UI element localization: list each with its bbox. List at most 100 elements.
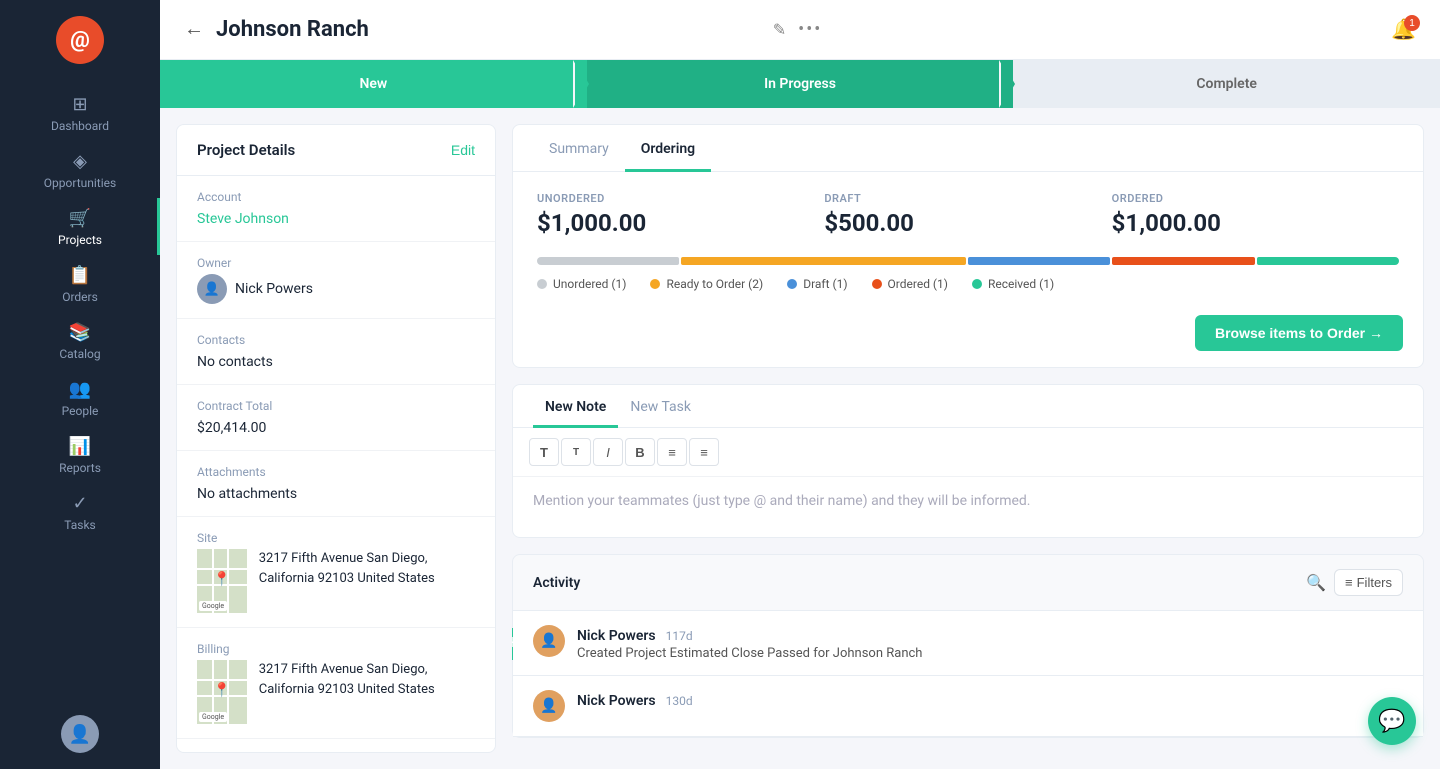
legend-dot-ready bbox=[650, 279, 660, 289]
billing-map-thumbnail[interactable]: 📍 Google bbox=[197, 660, 247, 724]
note-placeholder-text: Mention your teammates (just type @ and … bbox=[533, 493, 1031, 509]
chat-button[interactable]: 💬 bbox=[1368, 697, 1416, 745]
tab-new-note[interactable]: New Note bbox=[533, 385, 618, 428]
toolbar-small-text-btn[interactable]: T bbox=[561, 438, 591, 466]
toolbar-heading-btn[interactable]: T bbox=[529, 438, 559, 466]
ordering-tabs: Summary Ordering bbox=[513, 125, 1423, 172]
sidebar-item-label: People bbox=[62, 404, 99, 418]
owner-avatar: 👤 bbox=[197, 274, 227, 304]
progress-bar: New In Progress Complete bbox=[160, 60, 1440, 108]
contract-total-value: $20,414.00 bbox=[197, 420, 266, 436]
progress-step-label: In Progress bbox=[764, 76, 836, 92]
sidebar-item-dashboard[interactable]: ⊞ Dashboard bbox=[0, 84, 160, 141]
activity-avatar: 👤 bbox=[533, 625, 565, 657]
user-avatar[interactable]: 👤 bbox=[61, 715, 99, 753]
legend-ready: Ready to Order (2) bbox=[650, 277, 763, 291]
avatar-icon: 👤 bbox=[69, 724, 91, 745]
attachments-value: No attachments bbox=[197, 486, 297, 502]
content-area: Project Details Edit Account Steve Johns… bbox=[160, 108, 1440, 769]
back-button[interactable]: ← bbox=[184, 18, 204, 41]
right-panel: Summary Ordering UNORDERED $1,000.00 DRA… bbox=[512, 124, 1424, 753]
catalog-icon: 📚 bbox=[69, 322, 91, 343]
billing-section: Billing 📍 Google 3217 Fifth Avenue San D… bbox=[177, 628, 495, 739]
toolbar-bold-btn[interactable]: B bbox=[625, 438, 655, 466]
activity-user-2: Nick Powers bbox=[577, 693, 656, 709]
browse-items-button[interactable]: Browse items to Order → bbox=[1195, 315, 1403, 351]
segment-received bbox=[1257, 257, 1399, 265]
sidebar-item-label: Opportunities bbox=[44, 176, 116, 190]
segment-ordered bbox=[1112, 257, 1254, 265]
app-logo[interactable]: @ bbox=[56, 16, 104, 64]
sidebar-item-opportunities[interactable]: ◈ Opportunities bbox=[0, 141, 160, 198]
toolbar-italic-btn[interactable]: I bbox=[593, 438, 623, 466]
contacts-section: Contacts No contacts bbox=[177, 319, 495, 385]
note-editor[interactable]: Mention your teammates (just type @ and … bbox=[513, 477, 1423, 537]
account-link[interactable]: Steve Johnson bbox=[197, 211, 289, 227]
sidebar-item-catalog[interactable]: 📚 Catalog bbox=[0, 312, 160, 369]
progress-step-new[interactable]: New bbox=[160, 60, 587, 108]
progress-step-label: New bbox=[359, 76, 387, 92]
contacts-value: No contacts bbox=[197, 354, 273, 370]
sidebar-item-tasks[interactable]: ✓ Tasks bbox=[0, 483, 160, 540]
activity-actions: 🔍 ≡ Filters bbox=[1306, 569, 1403, 596]
activity-item: 👤 Nick Powers 117d Created Project Estim… bbox=[513, 611, 1423, 676]
attachments-section: Attachments No attachments bbox=[177, 451, 495, 517]
ordered-label: ORDERED bbox=[1112, 192, 1399, 205]
sidebar-item-label: Projects bbox=[58, 233, 102, 247]
toolbar-bullet-list-btn[interactable]: ≡ bbox=[657, 438, 687, 466]
legend-received: Received (1) bbox=[972, 277, 1054, 291]
tab-new-task[interactable]: New Task bbox=[618, 385, 703, 428]
progress-step-label: Complete bbox=[1196, 76, 1257, 92]
sidebar-item-label: Reports bbox=[59, 461, 101, 475]
chat-icon: 💬 bbox=[1378, 708, 1405, 734]
page-title: Johnson Ranch bbox=[216, 17, 761, 42]
sidebar-item-orders[interactable]: 📋 Orders bbox=[0, 255, 160, 312]
dashboard-icon: ⊞ bbox=[72, 94, 87, 115]
notification-button[interactable]: 🔔 1 bbox=[1391, 17, 1416, 42]
activity-filters-button[interactable]: ≡ Filters bbox=[1334, 569, 1403, 596]
contract-total-section: Contract Total $20,414.00 bbox=[177, 385, 495, 451]
site-address: 3217 Fifth Avenue San Diego, California … bbox=[259, 549, 475, 588]
account-label: Account bbox=[197, 190, 475, 204]
segment-draft bbox=[968, 257, 1110, 265]
activity-header: Activity 🔍 ≡ Filters bbox=[513, 555, 1423, 611]
sidebar-item-label: Orders bbox=[62, 290, 98, 304]
legend-dot-ordered bbox=[872, 279, 882, 289]
account-section: Account Steve Johnson bbox=[177, 176, 495, 242]
legend-unordered: Unordered (1) bbox=[537, 277, 626, 291]
sidebar-item-reports[interactable]: 📊 Reports bbox=[0, 426, 160, 483]
panel-edit-button[interactable]: Edit bbox=[451, 142, 475, 158]
filter-icon: ≡ bbox=[1345, 575, 1353, 590]
activity-search-button[interactable]: 🔍 bbox=[1306, 573, 1326, 593]
ordering-stats: UNORDERED $1,000.00 DRAFT $500.00 ORDERE… bbox=[513, 172, 1423, 257]
legend-draft: Draft (1) bbox=[787, 277, 847, 291]
more-options-icon[interactable]: ••• bbox=[798, 19, 822, 40]
sidebar-item-projects[interactable]: 🛒 Projects bbox=[0, 198, 160, 255]
stat-ordered: ORDERED $1,000.00 bbox=[1112, 192, 1399, 237]
tab-ordering[interactable]: Ordering bbox=[625, 125, 711, 172]
progress-step-complete[interactable]: Complete bbox=[1013, 60, 1440, 108]
unordered-label: UNORDERED bbox=[537, 192, 824, 205]
legend-ordered: Ordered (1) bbox=[872, 277, 948, 291]
draft-label: DRAFT bbox=[824, 192, 1111, 205]
edit-icon[interactable]: ✎ bbox=[773, 20, 786, 39]
owner-row: 👤 Nick Powers bbox=[197, 274, 475, 304]
progress-step-in-progress[interactable]: In Progress bbox=[587, 60, 1014, 108]
panel-title: Project Details bbox=[197, 141, 295, 159]
activity-item-wrapper-2: 👤 Nick Powers 130d bbox=[513, 676, 1423, 737]
browse-btn-row: Browse items to Order → bbox=[513, 307, 1423, 367]
reports-icon: 📊 bbox=[69, 436, 91, 457]
tab-summary[interactable]: Summary bbox=[533, 125, 625, 172]
activity-avatar-2: 👤 bbox=[533, 690, 565, 722]
activity-text: Created Project Estimated Close Passed f… bbox=[577, 646, 1403, 661]
toolbar-numbered-list-btn[interactable]: ≡ bbox=[689, 438, 719, 466]
billing-label: Billing bbox=[197, 642, 475, 656]
site-map-thumbnail[interactable]: 📍 Google bbox=[197, 549, 247, 613]
panel-header: Project Details Edit bbox=[177, 125, 495, 176]
contacts-label: Contacts bbox=[197, 333, 475, 347]
activity-item-2: 👤 Nick Powers 130d bbox=[513, 676, 1423, 737]
sidebar-item-people[interactable]: 👥 People bbox=[0, 369, 160, 426]
legend-dot-received bbox=[972, 279, 982, 289]
site-row: 📍 Google 3217 Fifth Avenue San Diego, Ca… bbox=[197, 549, 475, 613]
tasks-icon: ✓ bbox=[72, 493, 87, 514]
